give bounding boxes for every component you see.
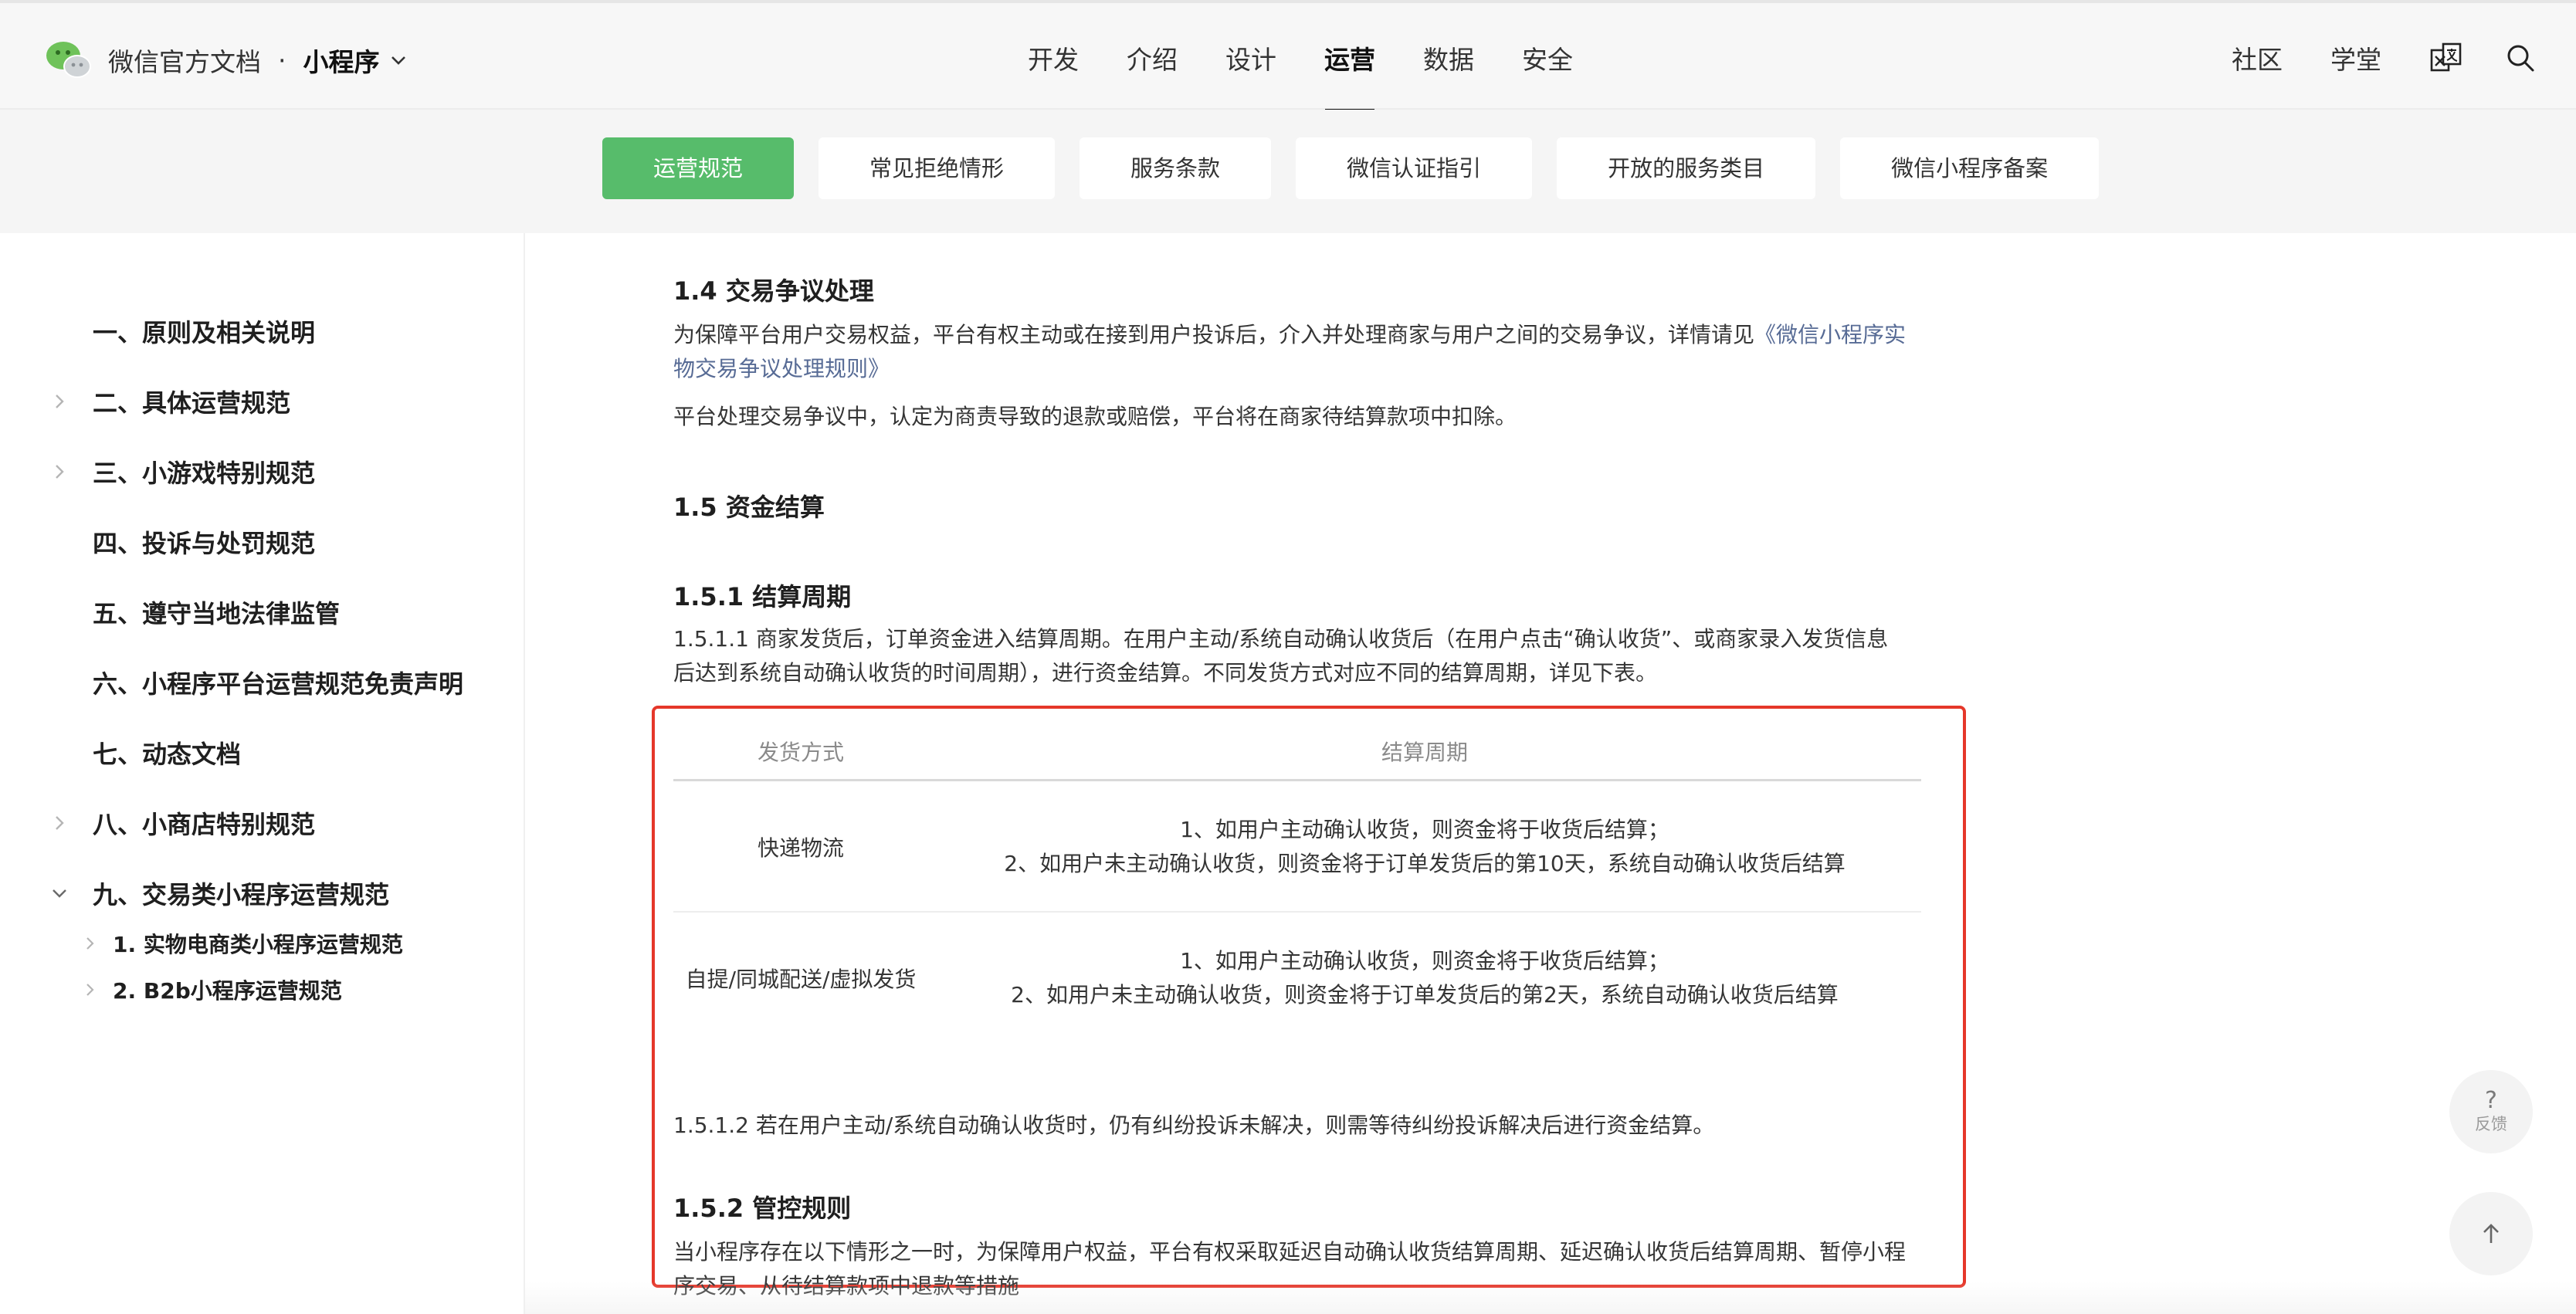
table-header-method: 发货方式	[757, 740, 844, 765]
table-cell-cycle: 1、如用户主动确认收货，则资金将于收货后结算； 2、如用户未主动确认收货，则资金…	[928, 781, 1921, 913]
sidebar-subitem-b2b[interactable]: 2. B2b小程序运营规范	[0, 968, 525, 1011]
sidebar-item-label: 二、具体运营规范	[93, 388, 291, 418]
sub-tab-bar: 运营规范 常见拒绝情形 服务条款 微信认证指引 开放的服务类目 微信小程序备案	[0, 110, 2576, 233]
sidebar-item-label: 一、原则及相关说明	[93, 318, 316, 347]
sidebar-item-dynamic-docs[interactable]: 七、动态文档	[0, 726, 525, 780]
table-cell-line: 2、如用户未主动确认收货，则资金将于订单发货后的第10天，系统自动确认收货后结算	[1004, 851, 1846, 876]
sidebar-item-principles[interactable]: 一、原则及相关说明	[0, 304, 525, 358]
chevron-right-icon[interactable]	[49, 813, 69, 833]
section-title-1-5-2: 1.5.2 管控规则	[673, 1194, 852, 1223]
table-cell-line: 2、如用户未主动确认收货，则资金将于订单发货后的第2天，系统自动确认收货后结算	[1011, 982, 1839, 1008]
brand-separator: ·	[278, 45, 286, 76]
tab-wechat-verification[interactable]: 微信认证指引	[1296, 137, 1533, 199]
table-cell-cycle: 1、如用户主动确认收货，则资金将于收货后结算； 2、如用户未主动确认收货，则资金…	[928, 913, 1921, 1044]
search-icon[interactable]	[2503, 41, 2537, 75]
paragraph-settlement-cycle: 1.5.1.1 商家发货后，订单资金进入结算周期。在用户主动/系统自动确认收货后…	[673, 626, 1889, 686]
sidebar-item-label: 八、小商店特别规范	[93, 810, 316, 839]
table-cell-line: 1、如用户主动确认收货，则资金将于收货后结算；	[1180, 817, 1669, 842]
brand[interactable]: 微信官方文档 · 小程序	[45, 37, 409, 83]
sidebar-item-label: 四、投诉与处罚规范	[93, 529, 316, 558]
bottom-fade	[525, 1282, 2576, 1314]
chevron-down-icon[interactable]	[49, 883, 69, 903]
sidebar-subitem-physical-ecommerce[interactable]: 1. 实物电商类小程序运营规范	[0, 922, 525, 965]
nav-item-data[interactable]: 数据	[1399, 3, 1498, 113]
tab-miniprogram-filing[interactable]: 微信小程序备案	[1840, 137, 2100, 199]
chevron-right-icon[interactable]	[82, 981, 99, 998]
sidebar-item-local-law[interactable]: 五、遵守当地法律监管	[0, 585, 525, 639]
back-to-top-button[interactable]	[2449, 1192, 2533, 1275]
table-header-cycle: 结算周期	[1381, 740, 1468, 765]
brand-name[interactable]: 微信官方文档	[108, 42, 261, 79]
feedback-button[interactable]: ? 反馈	[2449, 1070, 2533, 1153]
nav-item-develop[interactable]: 开发	[1004, 3, 1103, 113]
right-nav: 社区 学堂	[2232, 3, 2576, 113]
sidebar-item-minigame-rules[interactable]: 三、小游戏特别规范	[0, 445, 525, 499]
academy-link[interactable]: 学堂	[2330, 39, 2381, 76]
sidebar-item-label: 九、交易类小程序运营规范	[93, 880, 390, 909]
chevron-down-icon[interactable]	[388, 49, 409, 71]
sidebar-subitem-label: 1. 实物电商类小程序运营规范	[113, 932, 403, 957]
translate-icon[interactable]	[2429, 41, 2463, 75]
main-nav: 开发 介绍 设计 运营 数据 安全	[1004, 3, 1597, 113]
sidebar-item-complaints[interactable]: 四、投诉与处罚规范	[0, 515, 525, 569]
tab-open-categories[interactable]: 开放的服务类目	[1557, 137, 1816, 199]
sidebar-item-mini-shop[interactable]: 八、小商店特别规范	[0, 796, 525, 850]
sidebar-item-transaction-rules[interactable]: 九、交易类小程序运营规范	[0, 866, 525, 920]
sidebar: 一、原则及相关说明 二、具体运营规范 三、小游戏特别规范 四、投诉与处罚规范 五…	[0, 233, 525, 1314]
sidebar-item-label: 三、小游戏特别规范	[93, 459, 316, 488]
top-navigation-bar: 微信官方文档 · 小程序 开发 介绍 设计 运营 数据 安全 社区 学堂	[0, 0, 2576, 113]
sidebar-subitem-label: 2. B2b小程序运营规范	[113, 978, 342, 1004]
sidebar-item-label: 七、动态文档	[93, 740, 242, 769]
feedback-label: 反馈	[2475, 1115, 2507, 1133]
table-cell-line: 1、如用户主动确认收货，则资金将于收货后结算；	[1180, 948, 1669, 974]
arrow-up-icon	[2483, 1224, 2499, 1243]
section-title-1-4: 1.4 交易争议处理	[673, 276, 874, 306]
nav-item-operation[interactable]: 运营	[1300, 3, 1399, 113]
product-switcher[interactable]: 小程序	[303, 42, 380, 79]
section-title-1-5-1: 1.5.1 结算周期	[673, 582, 852, 611]
paragraph-pending-dispute: 1.5.1.2 若在用户主动/系统自动确认收货时，仍有纠纷投诉未解决，则需等待纠…	[673, 1112, 1715, 1138]
tab-service-terms[interactable]: 服务条款	[1080, 137, 1272, 199]
tab-operation-rules[interactable]: 运营规范	[602, 137, 795, 199]
chevron-right-icon[interactable]	[82, 935, 99, 952]
paragraph-dispute-refund: 平台处理交易争议中，认定为商责导致的退款或赔偿，平台将在商家待结算款项中扣除。	[673, 404, 1517, 429]
sidebar-item-disclaimer[interactable]: 六、小程序平台运营规范免责声明	[0, 655, 525, 709]
chevron-right-icon[interactable]	[49, 462, 69, 482]
table-header: 发货方式 结算周期	[673, 724, 1921, 781]
tab-common-rejections[interactable]: 常见拒绝情形	[819, 137, 1056, 199]
question-icon: ?	[2485, 1087, 2497, 1114]
section-title-1-5: 1.5 资金结算	[673, 493, 825, 522]
sub-tabs: 运营规范 常见拒绝情形 服务条款 微信认证指引 开放的服务类目 微信小程序备案	[602, 137, 2124, 199]
wechat-logo-icon	[46, 42, 91, 78]
table-cell-method: 快递物流	[757, 835, 844, 861]
sidebar-item-label: 六、小程序平台运营规范免责声明	[93, 669, 464, 699]
table-cell-method: 自提/同城配送/虚拟发货	[685, 967, 917, 992]
nav-item-security[interactable]: 安全	[1498, 3, 1597, 113]
nav-item-intro[interactable]: 介绍	[1103, 3, 1202, 113]
paragraph-text: 为保障平台用户交易权益，平台有权主动或在接到用户投诉后，介入并处理商家与用户之间…	[673, 322, 1755, 347]
table-row: 快递物流 1、如用户主动确认收货，则资金将于收货后结算； 2、如用户未主动确认收…	[673, 781, 1921, 913]
chevron-right-icon[interactable]	[49, 391, 69, 411]
sidebar-item-specific-rules[interactable]: 二、具体运营规范	[0, 374, 525, 428]
paragraph-dispute-intro: 为保障平台用户交易权益，平台有权主动或在接到用户投诉后，介入并处理商家与用户之间…	[673, 318, 1909, 386]
community-link[interactable]: 社区	[2232, 39, 2283, 76]
sidebar-item-label: 五、遵守当地法律监管	[93, 599, 341, 628]
nav-item-design[interactable]: 设计	[1202, 3, 1300, 113]
table-row: 自提/同城配送/虚拟发货 1、如用户主动确认收货，则资金将于收货后结算； 2、如…	[673, 913, 1921, 1044]
